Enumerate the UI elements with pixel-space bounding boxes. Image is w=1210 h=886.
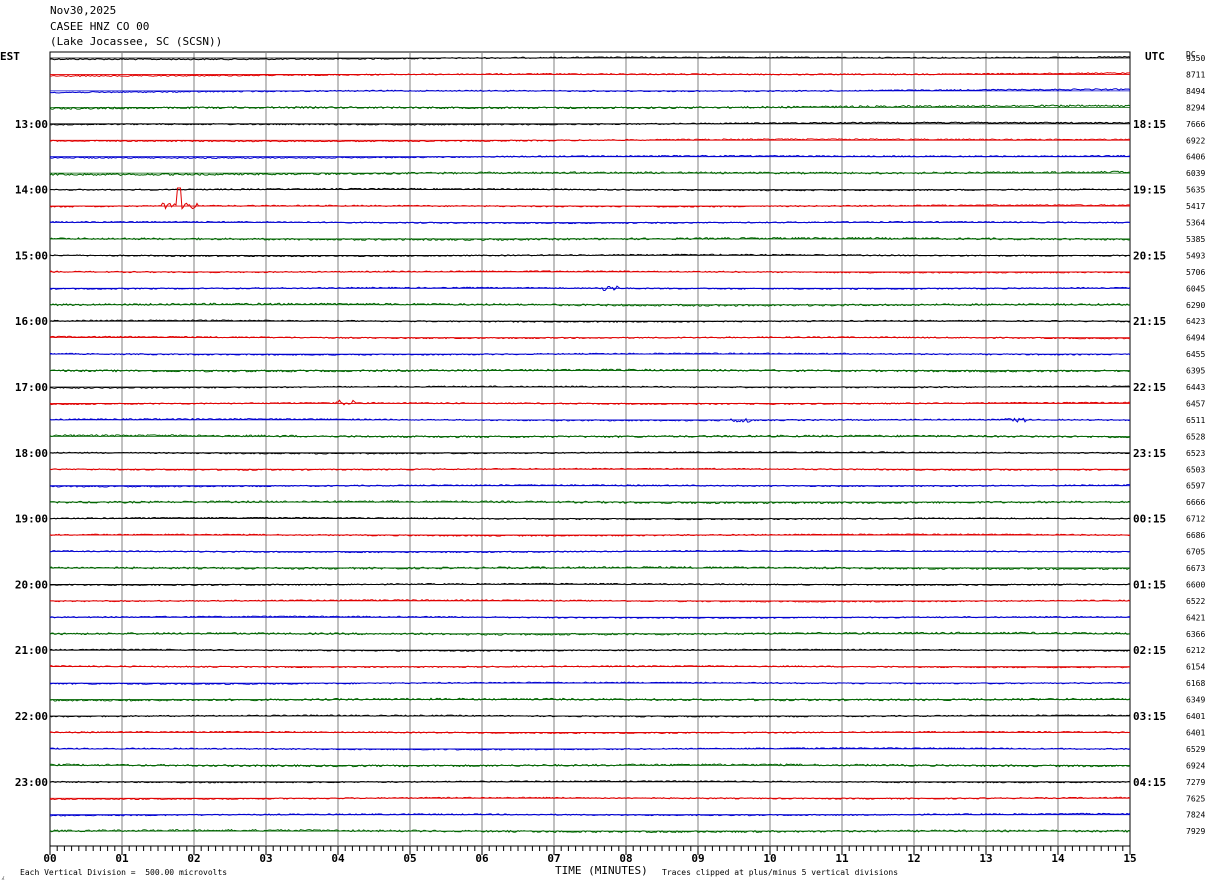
hour-label-left: 15:00 bbox=[15, 249, 48, 262]
dc-offset-label: 6349 bbox=[1186, 696, 1205, 705]
dc-offset-label: 6406 bbox=[1186, 153, 1205, 162]
x-tick-label: 11 bbox=[835, 852, 849, 865]
trace-line bbox=[49, 399, 1131, 406]
x-tick-label: 06 bbox=[475, 852, 489, 865]
hour-label-left: 23:00 bbox=[15, 776, 48, 789]
dc-offset-label: 6168 bbox=[1186, 679, 1205, 688]
dc-offset-label: 6924 bbox=[1186, 761, 1205, 770]
dc-offset-label: 6423 bbox=[1186, 317, 1205, 326]
dc-offset-label: 5635 bbox=[1186, 186, 1205, 195]
dc-offset-label: 5417 bbox=[1186, 202, 1205, 211]
dc-offset-label: 6290 bbox=[1186, 301, 1205, 310]
dc-offset-label: 7929 bbox=[1186, 827, 1205, 836]
dc-offset-label: 6457 bbox=[1186, 399, 1205, 408]
dc-offset-label: 7279 bbox=[1186, 778, 1205, 787]
dc-offset-label: 6922 bbox=[1186, 136, 1205, 145]
hour-label-left: 22:00 bbox=[15, 710, 48, 723]
dc-offset-label: 9350 bbox=[1186, 54, 1205, 63]
helicorder-plot: 00 01 02 03 04 05 06 07 08 09 10 11 12 13 14 1593508711… bbox=[15, 51, 1205, 865]
hour-label-right: 18:15 bbox=[1133, 118, 1166, 131]
dc-offset-label: 6666 bbox=[1186, 498, 1205, 507]
x-tick-label: 01 bbox=[115, 852, 129, 865]
dc-offset-label: 6529 bbox=[1186, 745, 1205, 754]
dc-offset-label: 6600 bbox=[1186, 580, 1205, 589]
x-tick-label: 15 bbox=[1123, 852, 1136, 865]
dc-offset-label: 6421 bbox=[1186, 613, 1205, 622]
hour-label-left: 13:00 bbox=[15, 118, 48, 131]
dc-offset-label: 6528 bbox=[1186, 432, 1205, 441]
dc-offset-label: 6522 bbox=[1186, 597, 1205, 606]
clip-note: Traces clipped at plus/minus 5 vertical … bbox=[662, 868, 899, 877]
hour-label-left: 16:00 bbox=[15, 315, 48, 328]
x-tick-label: 14 bbox=[1051, 852, 1065, 865]
hour-label-right: 03:15 bbox=[1133, 710, 1166, 723]
hour-label-right: 02:15 bbox=[1133, 644, 1166, 657]
dc-offset-label: 8494 bbox=[1186, 87, 1205, 96]
hour-label-right: 04:15 bbox=[1133, 776, 1166, 789]
dc-offset-label: 6039 bbox=[1186, 169, 1205, 178]
hour-label-right: 23:15 bbox=[1133, 447, 1166, 460]
dc-offset-label: 6366 bbox=[1186, 630, 1205, 639]
dc-offset-label: 5364 bbox=[1186, 219, 1205, 228]
trace-line bbox=[49, 187, 1131, 210]
dc-offset-label: 7625 bbox=[1186, 794, 1205, 803]
hour-label-right: 21:15 bbox=[1133, 315, 1166, 328]
hour-label-right: 20:15 bbox=[1133, 249, 1166, 262]
hour-label-right: 19:15 bbox=[1133, 184, 1166, 197]
dc-offset-label: 6523 bbox=[1186, 449, 1205, 458]
dc-offset-label: 6494 bbox=[1186, 334, 1205, 343]
hour-label-left: 21:00 bbox=[15, 644, 48, 657]
dc-offset-label: 6511 bbox=[1186, 416, 1205, 425]
dc-offset-label: 6686 bbox=[1186, 531, 1205, 540]
dc-offset-label: 6045 bbox=[1186, 284, 1205, 293]
footer-mark: ⁁ bbox=[2, 871, 4, 880]
dc-offset-label: 5706 bbox=[1186, 268, 1205, 277]
hour-label-left: 19:00 bbox=[15, 513, 48, 526]
x-tick-label: 13 bbox=[979, 852, 992, 865]
dc-offset-label: 5385 bbox=[1186, 235, 1205, 244]
dc-offset-label: 6395 bbox=[1186, 367, 1205, 376]
dc-offset-label: 6705 bbox=[1186, 548, 1205, 557]
x-tick-label: 05 bbox=[403, 852, 416, 865]
dc-offset-label: 6712 bbox=[1186, 515, 1205, 524]
x-tick-label: 04 bbox=[331, 852, 345, 865]
hour-label-left: 14:00 bbox=[15, 184, 48, 197]
dc-offset-label: 7666 bbox=[1186, 120, 1205, 129]
hour-label-right: 01:15 bbox=[1133, 578, 1166, 591]
scale-note: Each Vertical Division = 500.00 microvol… bbox=[20, 868, 228, 877]
x-tick-label: 03 bbox=[259, 852, 272, 865]
dc-offset-label: 6401 bbox=[1186, 728, 1205, 737]
x-tick-label: 09 bbox=[691, 852, 704, 865]
hour-label-left: 17:00 bbox=[15, 381, 48, 394]
x-tick-label: 00 bbox=[43, 852, 56, 865]
x-tick-label: 02 bbox=[187, 852, 200, 865]
hour-label-left: 18:00 bbox=[15, 447, 48, 460]
x-tick-label: 10 bbox=[763, 852, 776, 865]
dc-offset-label: 6503 bbox=[1186, 465, 1205, 474]
dc-offset-label: 6401 bbox=[1186, 712, 1205, 721]
plot-frame bbox=[49, 51, 1131, 847]
dc-offset-label: 5493 bbox=[1186, 251, 1205, 260]
x-axis-title: TIME (MINUTES) bbox=[555, 864, 648, 877]
dc-offset-label: 8711 bbox=[1186, 70, 1205, 79]
x-tick-label: 12 bbox=[907, 852, 920, 865]
dc-offset-label: 8294 bbox=[1186, 103, 1205, 112]
dc-offset-label: 6673 bbox=[1186, 564, 1205, 573]
dc-offset-label: 7824 bbox=[1186, 811, 1205, 820]
dc-offset-label: 6212 bbox=[1186, 646, 1205, 655]
hour-label-right: 22:15 bbox=[1133, 381, 1166, 394]
dc-offset-label: 6154 bbox=[1186, 663, 1205, 672]
dc-offset-label: 6597 bbox=[1186, 482, 1205, 491]
dc-offset-label: 6443 bbox=[1186, 383, 1205, 392]
hour-label-right: 00:15 bbox=[1133, 513, 1166, 526]
dc-offset-label: 6455 bbox=[1186, 350, 1205, 359]
hour-label-left: 20:00 bbox=[15, 578, 48, 591]
